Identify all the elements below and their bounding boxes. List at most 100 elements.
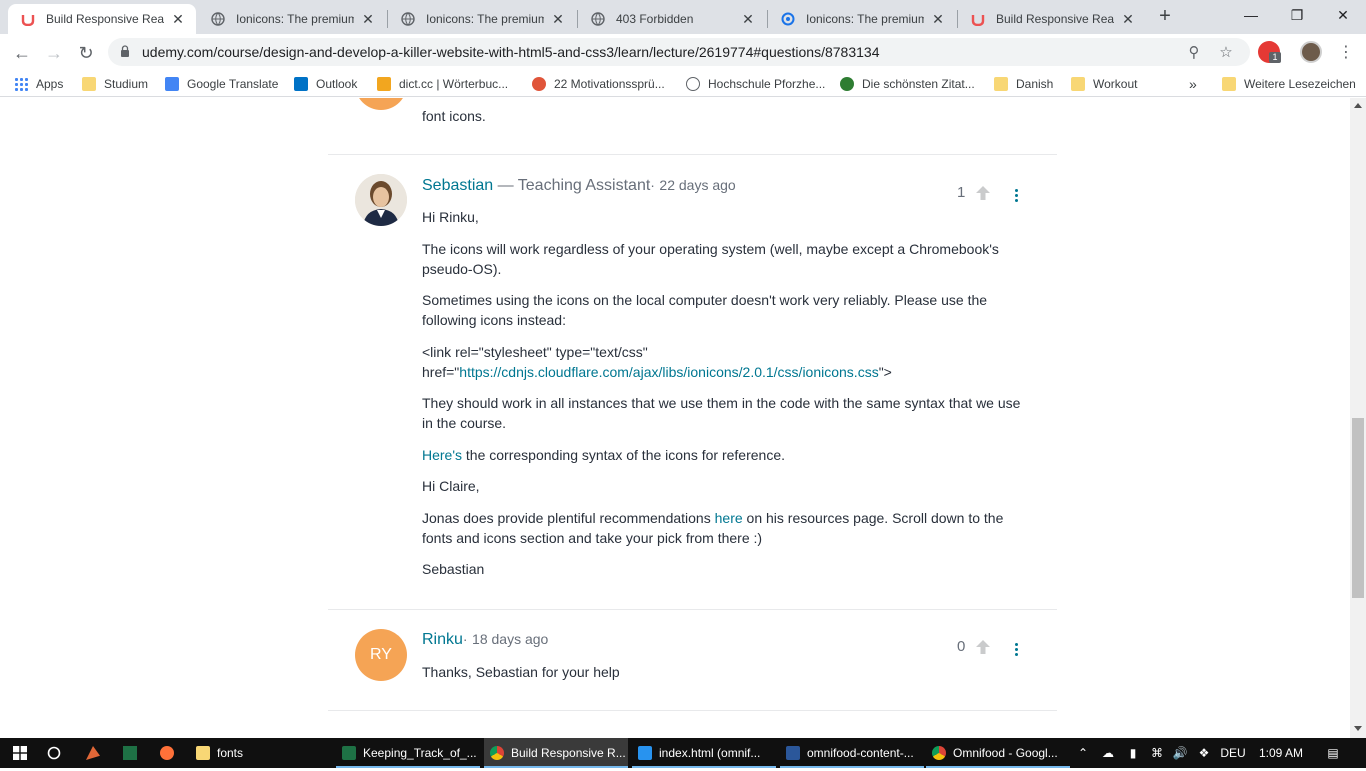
taskbar-item-chrome-udemy[interactable]: Build Responsive R... (484, 738, 628, 768)
globe-icon (686, 77, 700, 91)
other-bookmarks[interactable]: Weitere Lesezeichen (1222, 76, 1356, 92)
upvote-control: 0 (957, 638, 991, 655)
tab-1[interactable]: Build Responsive Real W ✕ (8, 4, 196, 34)
bookmark-apps[interactable]: Apps (14, 76, 63, 92)
tab-4[interactable]: 403 Forbidden ✕ (578, 4, 766, 34)
more-options-icon[interactable] (1015, 189, 1019, 203)
extension-icon[interactable]: 1 (1258, 41, 1281, 63)
forward-icon[interactable]: → (40, 39, 68, 67)
scrollbar-thumb[interactable] (1352, 418, 1364, 598)
taskbar-item-chrome-omnifood[interactable]: Omnifood - Googl... (926, 738, 1070, 768)
reply-divider (328, 710, 1057, 711)
avatar[interactable] (355, 174, 407, 226)
author-name[interactable]: Sebastian (422, 177, 493, 194)
tab-title: Ionicons: The premium (806, 12, 924, 26)
chrome-icon (932, 746, 946, 760)
tab-5[interactable]: Ionicons: The premium ✕ (768, 4, 956, 34)
reply-time: 18 days ago (472, 631, 549, 647)
here-link[interactable]: here (715, 510, 743, 526)
bookmark-studium[interactable]: Studium (82, 76, 148, 92)
cdn-link[interactable]: https://cdnjs.cloudflare.com/ajax/libs/i… (459, 364, 878, 380)
wifi-icon[interactable]: ⌘ (1147, 738, 1167, 768)
heres-link[interactable]: Here's (422, 447, 462, 463)
volume-icon[interactable]: 🔊 (1169, 738, 1191, 768)
reply-paragraph: Sebastian (422, 561, 485, 577)
firefox-icon[interactable] (156, 738, 178, 768)
bookmark-zitate[interactable]: Die schönsten Zitat... (840, 76, 975, 92)
author-name[interactable]: Rinku (422, 631, 463, 648)
globe-icon (210, 11, 226, 27)
windows-start-icon[interactable] (6, 738, 34, 768)
reload-icon[interactable]: ↻ (72, 39, 100, 67)
taskbar-label: Omnifood - Googl... (953, 746, 1058, 760)
taskbar-item-brackets[interactable]: index.html (omnif... (632, 738, 776, 768)
page-content: font icons. Sebastian — Teaching Assista… (0, 98, 1350, 738)
taskbar-label: Build Responsive R... (511, 746, 626, 760)
bookmark-danish[interactable]: Danish (994, 76, 1053, 92)
scroll-up-icon[interactable] (1354, 103, 1362, 108)
clock[interactable]: 1:09 AM (1256, 738, 1306, 768)
close-tab-icon[interactable]: ✕ (550, 11, 566, 28)
bookmark-motivation[interactable]: 22 Motivationssprü... (532, 76, 665, 92)
avatar[interactable]: RY (355, 629, 407, 681)
bookmark-label: Workout (1093, 77, 1138, 91)
excel-app-icon[interactable] (119, 738, 141, 768)
tray-expand-icon[interactable]: ⌃ (1074, 738, 1092, 768)
bookmark-label: Hochschule Pforzhe... (708, 77, 826, 91)
battery-icon[interactable]: ▮ (1123, 738, 1143, 768)
bookmarks-overflow-icon[interactable]: » (1189, 76, 1197, 92)
upvote-arrow-icon[interactable] (975, 185, 991, 201)
bookmark-google-translate[interactable]: Google Translate (165, 76, 278, 92)
page-scrollbar[interactable] (1350, 98, 1366, 738)
taskbar-item-fonts[interactable]: fonts (190, 738, 330, 768)
profile-avatar[interactable] (1300, 41, 1322, 63)
close-tab-icon[interactable]: ✕ (170, 11, 186, 28)
new-tab-icon[interactable]: + (1154, 6, 1176, 28)
bookmark-dictcc[interactable]: dict.cc | Wörterbuc... (377, 76, 508, 92)
back-icon[interactable]: ← (8, 39, 36, 67)
onedrive-icon[interactable]: ☁ (1097, 738, 1119, 768)
close-tab-icon[interactable]: ✕ (930, 11, 946, 28)
folder-icon (82, 77, 96, 91)
close-tab-icon[interactable]: ✕ (740, 11, 756, 28)
notifications-icon[interactable]: ▤ (1320, 738, 1346, 768)
menu-icon[interactable]: ⋮ (1332, 39, 1360, 67)
search-icon[interactable] (42, 738, 66, 768)
bookmark-hochschule[interactable]: Hochschule Pforzhe... (686, 76, 825, 92)
vote-count: 1 (957, 184, 966, 201)
bookmark-star-icon[interactable]: ☆ (1216, 43, 1236, 63)
bookmark-workout[interactable]: Workout (1071, 76, 1137, 92)
upvote-arrow-icon[interactable] (975, 639, 991, 655)
language-indicator[interactable]: DEU (1216, 738, 1250, 768)
close-tab-icon[interactable]: ✕ (1120, 11, 1136, 28)
bookmark-outlook[interactable]: Outlook (294, 76, 357, 92)
udemy-icon (20, 11, 36, 27)
tab-2[interactable]: Ionicons: The premium ✕ (198, 4, 386, 34)
reply-body: Hi Rinku, The icons will work regardless… (422, 207, 1034, 591)
address-bar[interactable]: udemy.com/course/design-and-develop-a-ki… (108, 38, 1250, 66)
taskbar-item-word[interactable]: omnifood-content-... (780, 738, 924, 768)
scroll-down-icon[interactable] (1354, 726, 1362, 731)
zoom-icon[interactable]: ⚲ (1184, 43, 1204, 63)
taskbar-item-excel[interactable]: Keeping_Track_of_... (336, 738, 480, 768)
word-icon (786, 746, 800, 760)
more-options-icon[interactable] (1015, 643, 1019, 657)
code-text: "> (878, 363, 892, 380)
reply-paragraph: Hi Rinku, (422, 209, 479, 225)
taskbar-label: index.html (omnif... (659, 746, 761, 760)
close-tab-icon[interactable]: ✕ (360, 11, 376, 28)
reply-body: Thanks, Sebastian for your help (422, 664, 620, 680)
restore-icon[interactable]: ❐ (1274, 0, 1320, 32)
tab-3[interactable]: Ionicons: The premium ✕ (388, 4, 576, 34)
dropbox-icon[interactable]: ❖ (1194, 738, 1214, 768)
tab-6[interactable]: Build Responsive Real W ✕ (958, 4, 1146, 34)
window-close-icon[interactable]: ✕ (1320, 0, 1366, 32)
minimize-icon[interactable]: — (1228, 0, 1274, 32)
dot-separator: · (650, 177, 655, 193)
matlab-icon[interactable] (82, 738, 104, 768)
browser-toolbar: ← → ↻ udemy.com/course/design-and-develo… (0, 34, 1366, 71)
taskbar-label: Keeping_Track_of_... (363, 746, 477, 760)
bookmark-label: Weitere Lesezeichen (1244, 77, 1356, 91)
extension-badge: 1 (1269, 52, 1281, 63)
folder-icon (1071, 77, 1085, 91)
